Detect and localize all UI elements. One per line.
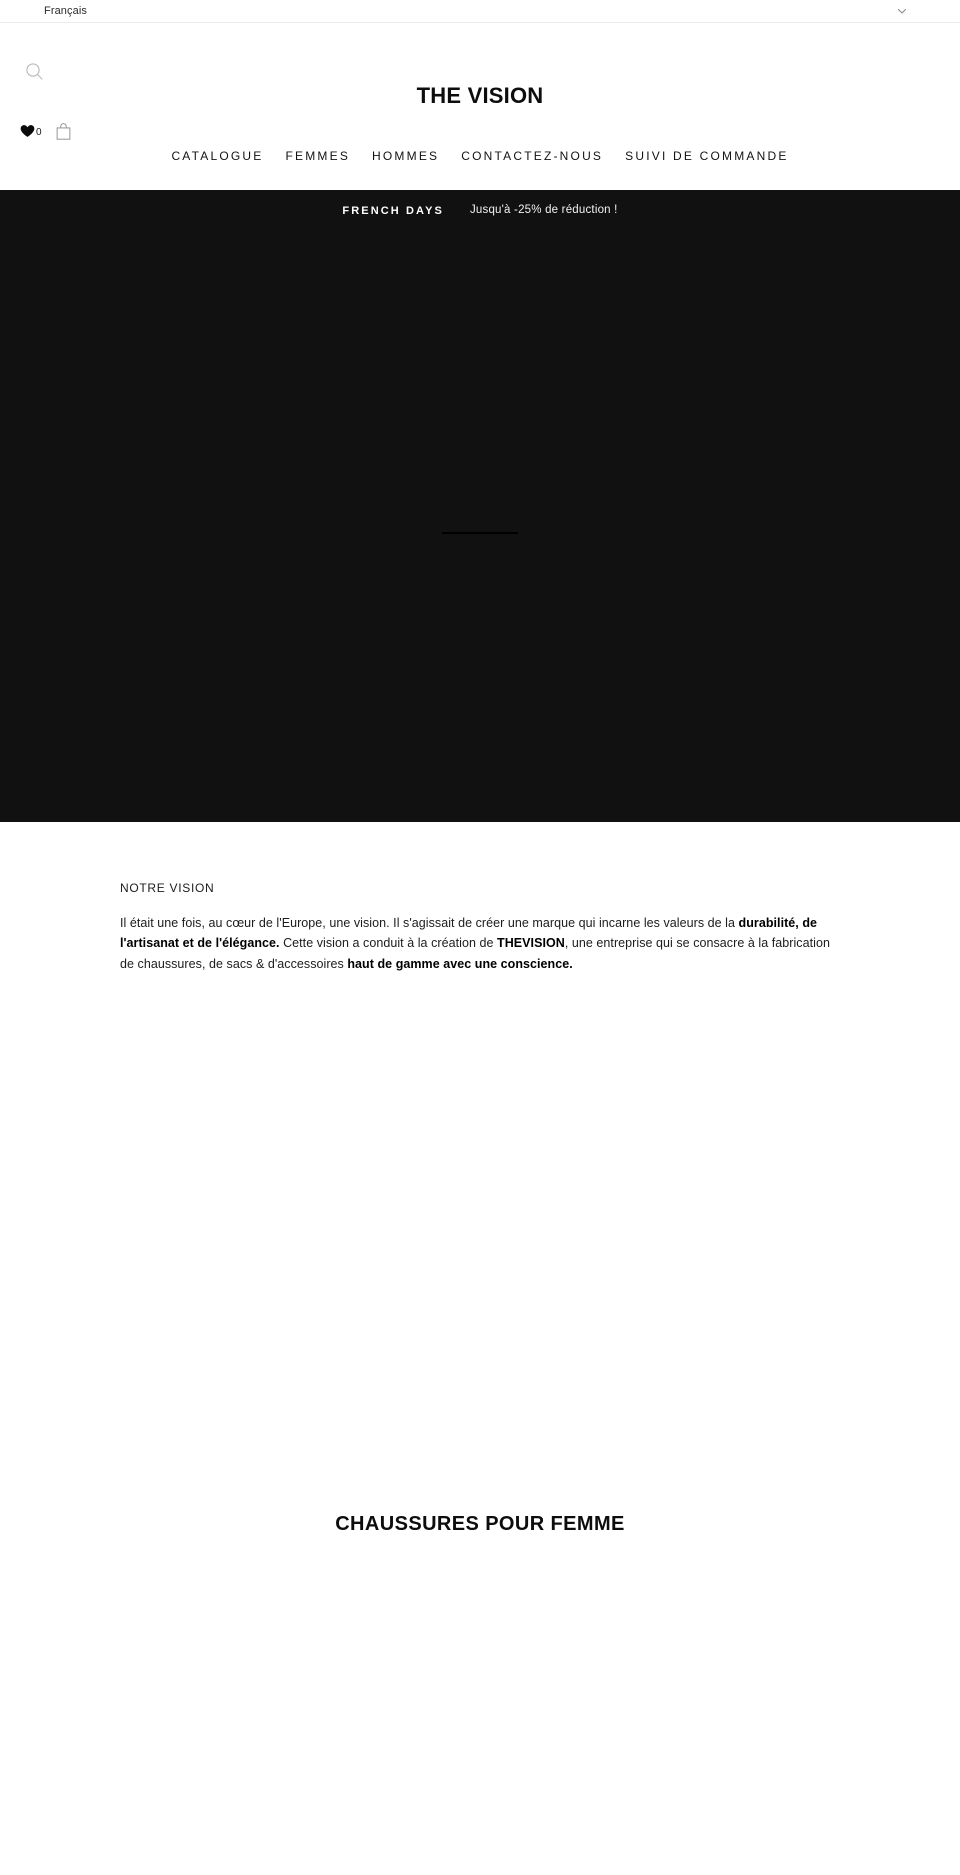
vision-eyebrow: NOTRE VISION [120,881,215,895]
products-section: CHAUSSURES POUR FEMME [0,974,960,1764]
language-bar: Français [0,0,960,23]
vision-text-2: Cette vision a conduit à la création de [279,936,498,951]
vision-bold-3: haut de gamme avec une conscience. [347,956,573,971]
wishlist-count: 0 [36,127,42,138]
vision-text-1: Il était une fois, au cœur de l'Europe, … [120,916,739,930]
cart-button[interactable] [56,123,71,143]
hero-banner[interactable] [0,232,960,822]
vision-section: NOTRE VISION Il était une fois, au cœur … [0,822,960,974]
page-root: Français THE VISION 0 CATALOGUE FEMMES H… [0,0,960,1875]
site-header: THE VISION 0 CATALOGUE FEMMES HOMMES CON… [0,23,960,190]
vision-bold-2: THEVISION [497,936,565,951]
chevron-down-icon[interactable] [896,5,908,17]
hero-divider-rule [442,532,518,534]
shopping-bag-icon [56,123,71,143]
nav-item-catalogue[interactable]: CATALOGUE [171,150,263,162]
products-section-title: CHAUSSURES POUR FEMME [335,1512,625,1535]
search-icon[interactable] [22,59,46,83]
vision-paragraph: Il était une fois, au cœur de l'Europe, … [120,913,840,974]
site-logo[interactable]: THE VISION [0,85,960,107]
nav-item-suivi-de-commande[interactable]: SUIVI DE COMMANDE [625,150,788,162]
header-utility-icons: 0 [20,123,71,143]
product-grid [0,1534,960,1764]
heart-icon [20,124,35,143]
language-selector-label: Français [44,4,87,17]
nav-item-hommes[interactable]: HOMMES [372,150,439,162]
wishlist-button[interactable]: 0 [20,124,42,143]
announcement-headline: FRENCH DAYS [342,204,444,217]
announcement-message: Jusqu'à -25% de réduction ! [469,204,618,217]
language-selector[interactable]: Français [44,4,87,17]
nav-item-femmes[interactable]: FEMMES [285,150,350,162]
main-navigation: CATALOGUE FEMMES HOMMES CONTACTEZ-NOUS S… [0,150,960,162]
nav-item-contactez-nous[interactable]: CONTACTEZ-NOUS [461,150,603,162]
announcement-bar: FRENCH DAYS Jusqu'à -25% de réduction ! [0,190,960,232]
